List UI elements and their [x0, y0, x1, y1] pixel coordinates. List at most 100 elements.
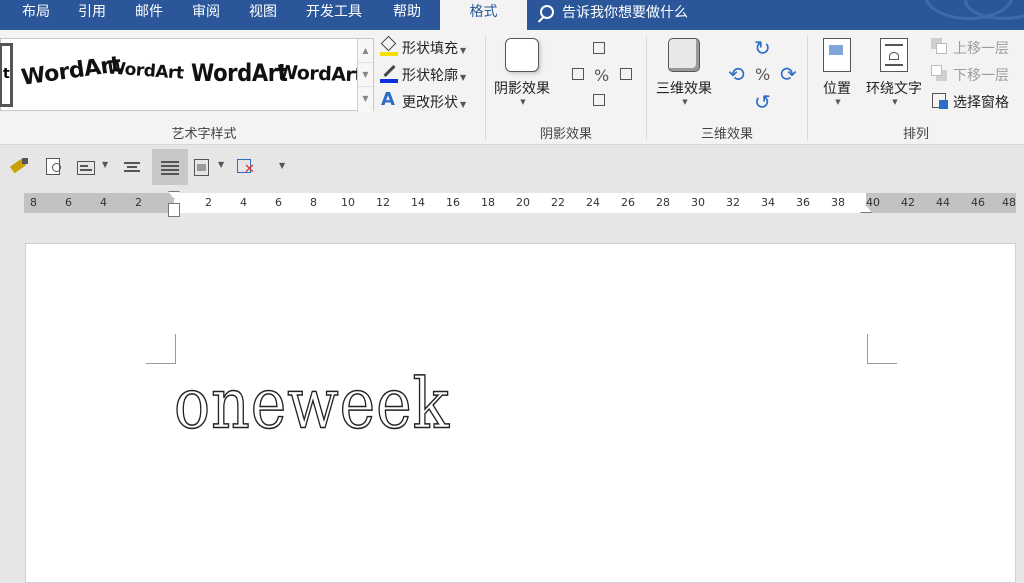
shadow-effects-label: 阴影效果 — [494, 81, 550, 97]
tab-developer[interactable]: 开发工具 — [306, 0, 362, 30]
group-label-wordart-styles: 艺术字样式 — [171, 127, 237, 142]
margin-corner-top-right — [867, 334, 897, 364]
3d-effects-label: 三维效果 — [656, 81, 712, 97]
ruler-number: 10 — [341, 196, 355, 209]
ruler-number: 44 — [936, 196, 950, 209]
wordart-text[interactable]: oneweek — [173, 363, 450, 445]
shadow-toggle-icon[interactable]: % — [594, 66, 609, 85]
ruler-number: 18 — [481, 196, 495, 209]
nudge-shadow-up-icon[interactable] — [593, 42, 605, 54]
wordart-style-3[interactable]: WordArt — [191, 59, 288, 87]
group-label-arrange: 排列 — [902, 127, 929, 142]
bring-forward-icon — [931, 38, 949, 56]
tell-me-label: 告诉我你想要做什么 — [562, 5, 688, 21]
ruler-number: 6 — [65, 196, 72, 209]
customize-toolbar-icon[interactable]: ▼ — [268, 149, 304, 185]
tab-layout[interactable]: 布局 — [22, 0, 50, 30]
insert-picture-icon[interactable]: ▼ — [190, 149, 230, 185]
tilt-down-icon[interactable]: ↺ — [754, 90, 771, 114]
tab-references[interactable]: 引用 — [78, 0, 106, 30]
bring-forward-label: 上移一层 — [953, 41, 1009, 57]
wrap-text-label: 环绕文字 — [866, 81, 922, 97]
ruler-number: 14 — [411, 196, 425, 209]
selection-pane-button[interactable]: 选择窗格 — [931, 92, 1009, 112]
shape-outline-button[interactable]: 形状轮廓 ▼ — [380, 64, 466, 85]
tilt-up-icon[interactable]: ↻ — [754, 36, 771, 60]
group-label-3d-effects: 三维效果 — [700, 127, 753, 142]
text-effects-icon: A — [381, 89, 395, 110]
nudge-shadow-left-icon[interactable] — [572, 68, 584, 80]
ruler-number: 24 — [586, 196, 600, 209]
gallery-selected-item[interactable]: t — [0, 43, 13, 107]
align-center-icon[interactable] — [116, 149, 152, 185]
tab-mailings[interactable]: 邮件 — [135, 0, 163, 30]
bring-forward-button[interactable]: 上移一层 — [931, 38, 1009, 58]
position-label: 位置 — [823, 81, 851, 97]
tilt-right-icon[interactable]: ⟳ — [780, 62, 797, 86]
wordart-style-2[interactable]: WordArt — [106, 58, 184, 83]
shadow-icon — [505, 38, 539, 72]
tab-format[interactable]: 格式 — [440, 0, 527, 30]
ruler-number: 22 — [551, 196, 565, 209]
indent-marker[interactable] — [168, 191, 180, 217]
ruler-left-margin — [24, 193, 174, 213]
shadow-effects-button[interactable]: 阴影效果 ▼ — [490, 38, 554, 106]
ruler-number: 38 — [831, 196, 845, 209]
nudge-shadow-down-icon[interactable] — [593, 94, 605, 106]
change-shape-button[interactable]: A 更改形状 ▼ — [380, 89, 466, 112]
pen-icon — [380, 64, 398, 83]
tell-me-search[interactable]: 告诉我你想要做什么 — [540, 2, 688, 26]
nudge-shadow-right-icon[interactable] — [620, 68, 632, 80]
wordart-style-4[interactable]: WordArt — [277, 62, 364, 87]
selection-pane-label: 选择窗格 — [953, 95, 1009, 111]
shape-fill-button[interactable]: 形状填充 ▼ — [380, 35, 466, 58]
paint-bucket-icon — [380, 35, 398, 56]
ruler-number: 2 — [135, 196, 142, 209]
ruler-number: 26 — [621, 196, 635, 209]
3d-tilt-controls: ↻ ⟲ % ⟳ ↺ — [724, 36, 804, 116]
wordart-partial: t — [3, 66, 10, 82]
tilt-left-icon[interactable]: ⟲ — [728, 62, 745, 86]
ruler-number: 40 — [866, 196, 880, 209]
gallery-scrollbar[interactable]: ▲ ▼ ▼ — [357, 39, 373, 112]
ruler-number: 6 — [275, 196, 282, 209]
document-page[interactable]: oneweek — [25, 243, 1016, 583]
chevron-down-icon[interactable]: ▼ — [358, 63, 373, 87]
ruler-number: 12 — [376, 196, 390, 209]
clear-formatting-icon[interactable]: ✕ — [232, 149, 268, 185]
margin-corner-top-left — [146, 334, 176, 364]
wrap-text-button[interactable]: 环绕文字 ▼ — [862, 38, 926, 106]
ribbon: t WordArt WordArt WordArt WordArt ▲ ▼ ▼ … — [0, 30, 1024, 145]
title-decoration — [914, 0, 1024, 30]
tab-review[interactable]: 审阅 — [192, 0, 220, 30]
ruler-number: 4 — [240, 196, 247, 209]
print-preview-icon[interactable] — [38, 149, 74, 185]
ruler-number: 16 — [446, 196, 460, 209]
horizontal-ruler[interactable]: 8 6 4 2 2 4 6 8 10 12 14 16 18 20 22 24 26 28 30 32 34 36 38 40… — [24, 191, 1016, 217]
wordart-style-gallery[interactable]: t WordArt WordArt WordArt WordArt ▲ ▼ ▼ — [0, 38, 374, 112]
ruler-number: 8 — [30, 196, 37, 209]
3d-effects-button[interactable]: 三维效果 ▼ — [651, 38, 717, 106]
ruler-number: 46 — [971, 196, 985, 209]
gallery-expand-icon[interactable]: ▼ — [358, 87, 373, 111]
shape-fill-label: 形状填充 — [402, 41, 458, 57]
justify-icon[interactable] — [152, 149, 188, 185]
ruler-number: 36 — [796, 196, 810, 209]
tab-view[interactable]: 视图 — [249, 0, 277, 30]
ruler-number: 28 — [656, 196, 670, 209]
ruler-number: 34 — [761, 196, 775, 209]
ruler-number: 42 — [901, 196, 915, 209]
format-painter-icon[interactable] — [2, 149, 38, 185]
position-button[interactable]: 位置 ▼ — [815, 38, 859, 106]
tab-help[interactable]: 帮助 — [393, 0, 421, 30]
shadow-nudge-controls: % — [564, 38, 640, 114]
search-icon — [540, 5, 554, 19]
chevron-up-icon[interactable]: ▲ — [358, 39, 373, 63]
send-backward-button[interactable]: 下移一层 — [931, 65, 1009, 85]
quick-toolbar: ▼ ▼ ✕ ▼ — [0, 145, 1024, 190]
ruler-number: 8 — [310, 196, 317, 209]
ruler-number: 20 — [516, 196, 530, 209]
3d-toggle-icon[interactable]: % — [755, 65, 770, 84]
ruler-number: 30 — [691, 196, 705, 209]
text-box-icon[interactable]: ▼ — [74, 149, 114, 185]
